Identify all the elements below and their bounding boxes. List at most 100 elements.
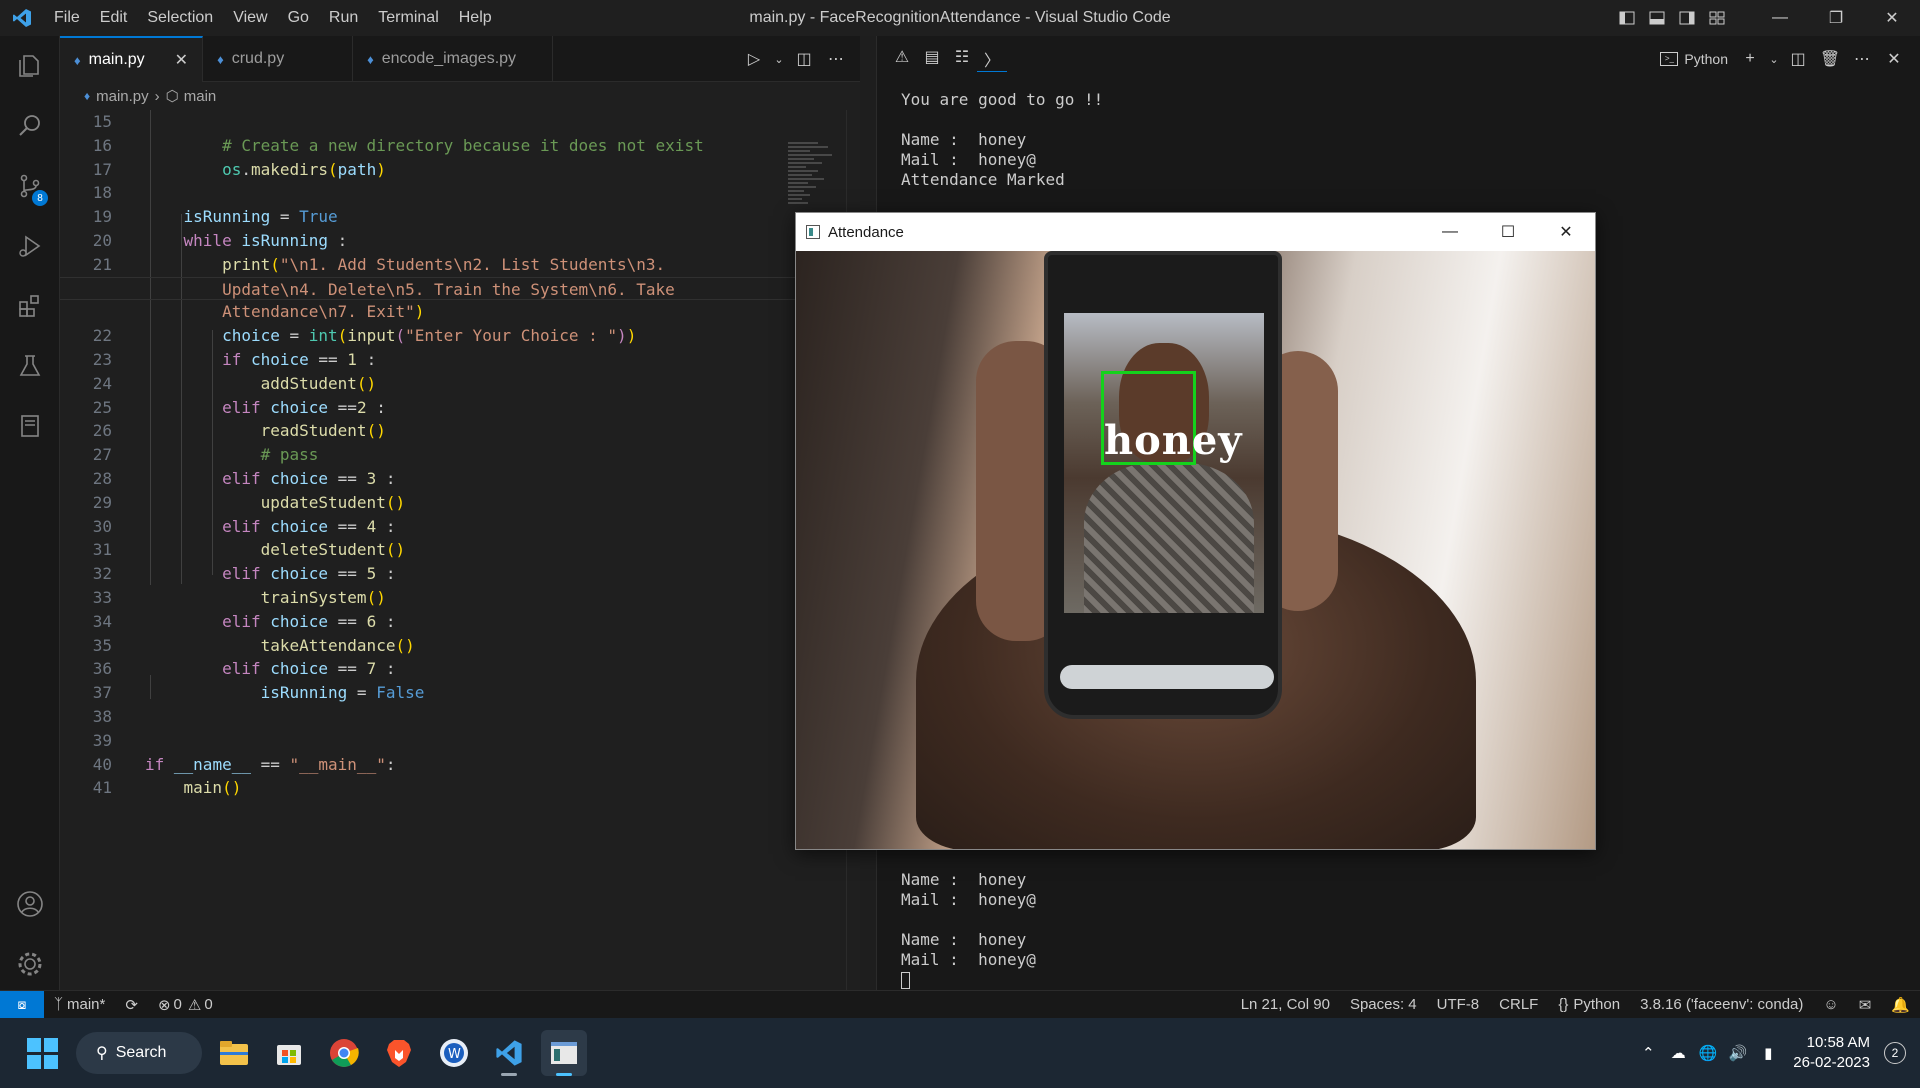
python-interpreter[interactable]: 3.8.16 ('faceenv': conda) xyxy=(1630,996,1813,1013)
close-icon[interactable]: ✕ xyxy=(1537,213,1595,251)
explorer-icon[interactable] xyxy=(0,36,60,96)
activity-bar: 8 xyxy=(0,36,60,990)
menu-edit[interactable]: Edit xyxy=(90,0,138,36)
encoding[interactable]: UTF-8 xyxy=(1427,996,1490,1013)
kill-terminal-trash-icon[interactable]: 🗑 xyxy=(1814,49,1846,69)
microsoft-store-icon[interactable] xyxy=(266,1030,312,1076)
minimize-icon[interactable]: — xyxy=(1752,0,1808,36)
close-tab-icon[interactable]: ✕ xyxy=(175,50,188,70)
toggle-primary-sidebar-icon[interactable] xyxy=(1612,0,1642,36)
customize-layout-icon[interactable] xyxy=(1702,0,1732,36)
more-actions-icon[interactable]: ⋯ xyxy=(1846,49,1878,69)
testing-icon[interactable] xyxy=(0,336,60,396)
phone-image xyxy=(1044,251,1282,719)
problems-status[interactable]: ⊗ 0 ⚠ 0 xyxy=(148,996,223,1014)
source-control-icon[interactable]: 8 xyxy=(0,156,60,216)
warning-icon: ⚠ xyxy=(187,996,202,1014)
split-editor-icon[interactable]: ◫ xyxy=(788,49,820,69)
terminal-cursor xyxy=(901,972,910,989)
title-bar: File Edit Selection View Go Run Terminal… xyxy=(0,0,1920,36)
notifications-bell-icon[interactable]: 🔔 xyxy=(1881,996,1920,1014)
camera-feed: honey xyxy=(796,251,1595,849)
menu-run[interactable]: Run xyxy=(319,0,368,36)
line-number: 32 xyxy=(92,564,112,584)
tab-main-py[interactable]: ♦ main.py ✕ xyxy=(60,36,204,82)
terminal-output-bottom[interactable]: Name : honey Mail : honey@ Name : honey … xyxy=(901,870,1036,990)
restore-icon[interactable]: ❐ xyxy=(1808,0,1864,36)
search-label: Search xyxy=(115,1044,167,1061)
split-terminal-icon[interactable]: ◫ xyxy=(1782,49,1814,69)
run-python-file-icon[interactable]: ▷ xyxy=(738,49,770,69)
show-hidden-icons-chevron-icon[interactable]: ⌃ xyxy=(1633,1044,1663,1062)
symbol-method-icon: ⬡ xyxy=(165,88,179,105)
taskbar-clock[interactable]: 10:58 AM 26-02-2023 xyxy=(1793,1033,1870,1073)
line-number: 23 xyxy=(92,349,112,369)
terminal-line: Mail : honey@ xyxy=(901,150,1036,169)
maximize-icon[interactable]: ☐ xyxy=(1479,213,1537,251)
volume-icon[interactable]: 🔊 xyxy=(1723,1044,1753,1062)
language-mode[interactable]: {} Python xyxy=(1548,996,1630,1013)
terminal-output-top[interactable]: You are good to go !! Name : honey Mail … xyxy=(901,90,1103,190)
new-terminal-plus-icon[interactable]: + xyxy=(1734,50,1766,68)
terminal-dropdown-chevron-icon[interactable]: ⌄ xyxy=(1766,53,1782,66)
settings-gear-icon[interactable] xyxy=(0,934,60,994)
extensions-icon[interactable] xyxy=(0,276,60,336)
start-windows-icon[interactable] xyxy=(22,1033,62,1073)
cursor-position[interactable]: Ln 21, Col 90 xyxy=(1231,996,1340,1013)
attendance-window-titlebar[interactable]: Attendance — ☐ ✕ xyxy=(796,213,1595,251)
network-globe-icon[interactable]: 🌐 xyxy=(1693,1044,1723,1062)
remote-explorer-icon[interactable] xyxy=(0,396,60,456)
toggle-secondary-sidebar-icon[interactable] xyxy=(1672,0,1702,36)
problems-icon[interactable]: ⚠ xyxy=(887,47,917,72)
onedrive-cloud-icon[interactable]: ☁ xyxy=(1663,1044,1693,1062)
battery-icon[interactable]: ▮ xyxy=(1753,1044,1783,1062)
file-explorer-icon[interactable] xyxy=(211,1030,257,1076)
run-options-chevron-icon[interactable]: ⌄ xyxy=(770,53,788,66)
debug-console-icon[interactable]: ☷ xyxy=(947,47,977,72)
run-debug-icon[interactable] xyxy=(0,216,60,276)
code-editor[interactable]: 15 16 # Create a new directory because i… xyxy=(60,110,860,800)
branch-status[interactable]: ᛉ main* xyxy=(44,996,115,1013)
menu-terminal[interactable]: Terminal xyxy=(368,0,448,36)
menu-help[interactable]: Help xyxy=(449,0,502,36)
accounts-icon[interactable] xyxy=(0,874,60,934)
terminal-shell-selector[interactable]: >_ Python xyxy=(1660,51,1728,67)
tab-crud-py[interactable]: ♦ crud.py xyxy=(203,36,354,82)
notification-count-badge[interactable]: 2 xyxy=(1884,1042,1906,1064)
branch-name: main* xyxy=(67,996,106,1013)
breadcrumb-symbol[interactable]: main xyxy=(184,88,217,105)
menu-view[interactable]: View xyxy=(223,0,277,36)
toggle-panel-icon[interactable] xyxy=(1642,0,1672,36)
breadcrumb-file[interactable]: main.py xyxy=(96,88,149,105)
taskbar-search[interactable]: ⚲ Search xyxy=(76,1032,202,1074)
tab-label: crud.py xyxy=(231,50,285,67)
feedback-icon[interactable]: ✉ xyxy=(1849,996,1882,1014)
menu-file[interactable]: File xyxy=(44,0,90,36)
remote-indicator-icon[interactable]: ⧇ xyxy=(0,990,44,1019)
line-number: 41 xyxy=(92,778,112,798)
more-actions-icon[interactable]: ⋯ xyxy=(820,49,852,69)
menu-go[interactable]: Go xyxy=(278,0,319,36)
line-ending[interactable]: CRLF xyxy=(1489,996,1548,1013)
vscode-taskbar-icon[interactable] xyxy=(486,1030,532,1076)
output-icon[interactable]: ▤ xyxy=(917,47,947,72)
terminal-line: Mail : honey@ xyxy=(901,890,1036,909)
line-number: 35 xyxy=(92,635,112,655)
indentation[interactable]: Spaces: 4 xyxy=(1340,996,1427,1013)
language-name: Python xyxy=(1573,996,1621,1013)
terminal-icon[interactable]: 〉 xyxy=(977,47,1007,72)
word-app-icon[interactable]: W xyxy=(431,1030,477,1076)
search-icon[interactable] xyxy=(0,96,60,156)
terminal-line: You are good to go !! xyxy=(901,90,1104,109)
menu-selection[interactable]: Selection xyxy=(137,0,223,36)
copilot-icon[interactable]: ☺ xyxy=(1813,996,1848,1013)
brave-browser-icon[interactable] xyxy=(376,1030,422,1076)
close-icon[interactable]: ✕ xyxy=(1864,0,1920,36)
close-panel-icon[interactable]: ✕ xyxy=(1878,49,1910,69)
chrome-icon[interactable] xyxy=(321,1030,367,1076)
tab-encode-images-py[interactable]: ♦ encode_images.py xyxy=(353,36,554,82)
sync-icon[interactable]: ⟳ xyxy=(115,996,148,1014)
attendance-app-taskbar-icon[interactable] xyxy=(541,1030,587,1076)
minimize-icon[interactable]: — xyxy=(1421,213,1479,251)
